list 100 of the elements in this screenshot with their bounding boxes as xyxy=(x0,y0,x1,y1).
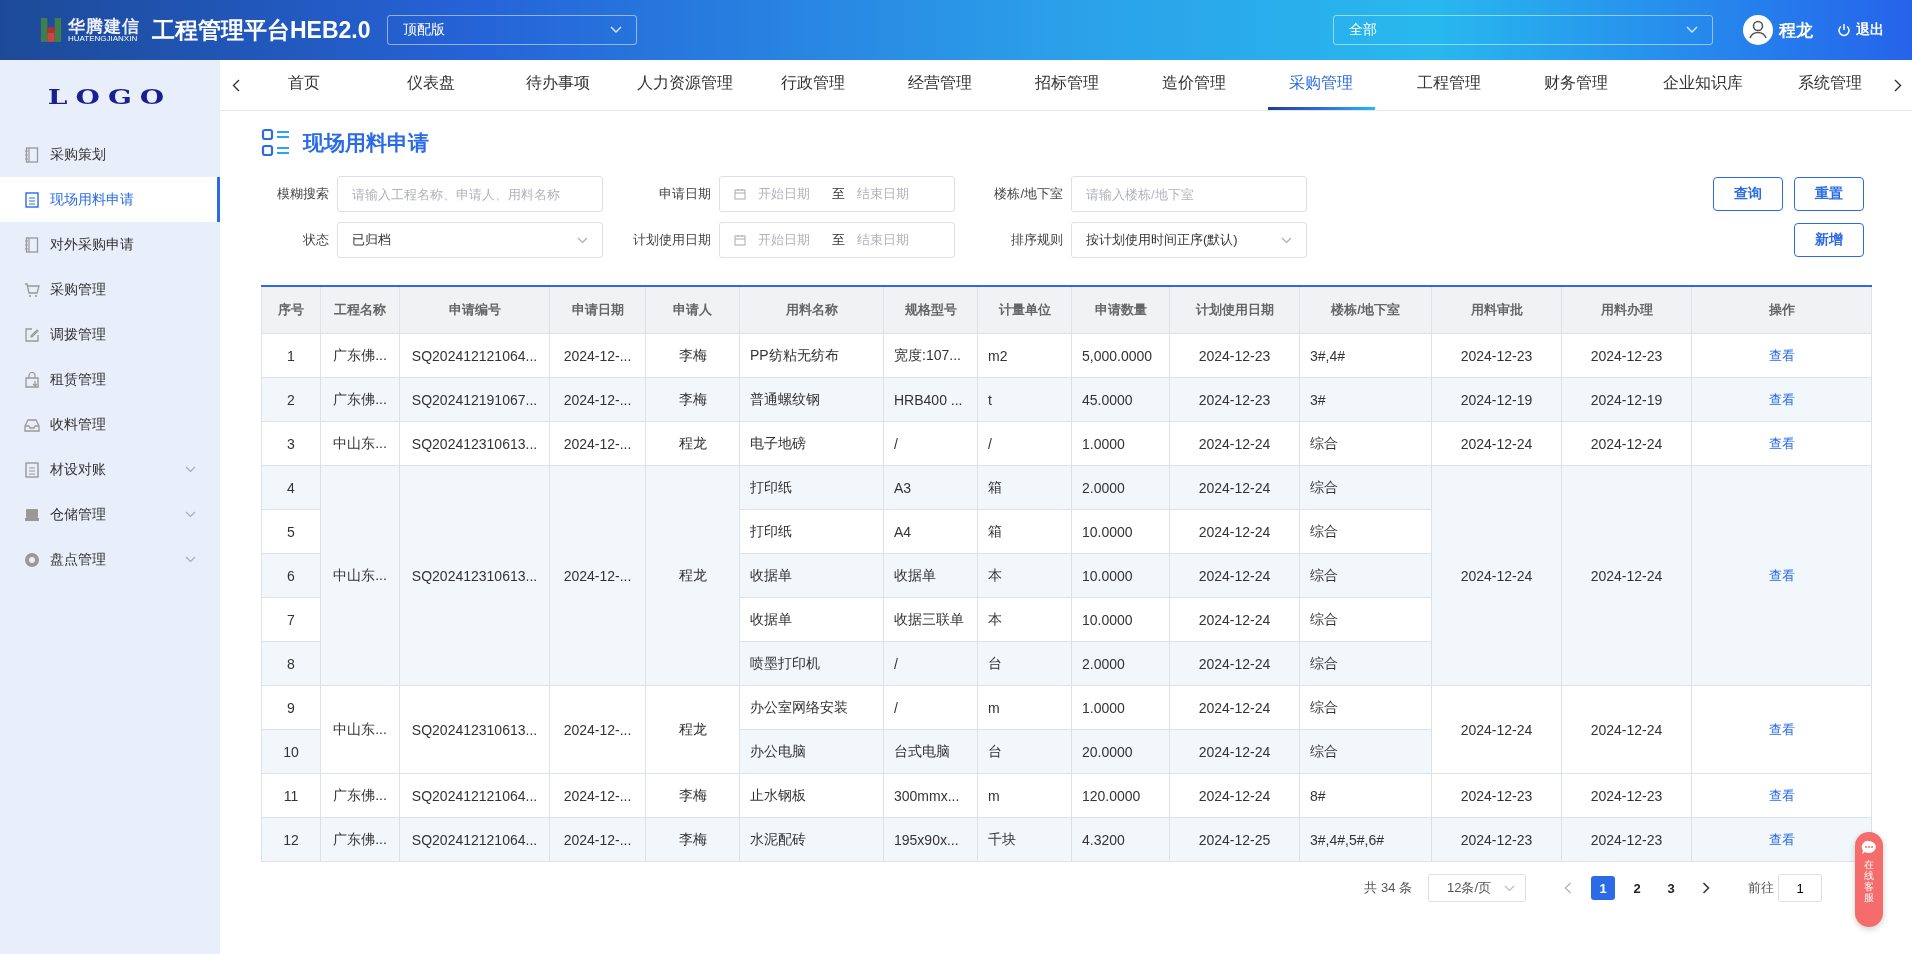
goto-page-input[interactable]: 1 xyxy=(1778,874,1822,902)
view-link[interactable]: 查看 xyxy=(1768,721,1795,737)
view-link[interactable]: 查看 xyxy=(1768,567,1795,583)
table-cell: 台 xyxy=(977,641,1072,686)
sidebar-item[interactable]: 收料管理 xyxy=(0,402,220,447)
text-input[interactable]: 请输入工程名称、申请人、用料名称 xyxy=(337,176,603,212)
table-cell: 2024-12-24 xyxy=(1561,421,1692,466)
view-link[interactable]: 查看 xyxy=(1768,391,1795,407)
nav-tab[interactable]: 待办事项 xyxy=(504,60,612,110)
view-link[interactable]: 查看 xyxy=(1768,831,1795,847)
table-cell: 水泥配砖 xyxy=(739,817,884,862)
table-cell: 10.0000 xyxy=(1071,553,1170,598)
table-cell: SQ202412121064... xyxy=(399,333,550,378)
table-cell: 8 xyxy=(261,641,321,686)
table-cell: / xyxy=(883,685,978,730)
sidebar-item[interactable]: 仓储管理 xyxy=(0,492,220,537)
logo-text: LOGO xyxy=(46,82,174,111)
view-link[interactable]: 查看 xyxy=(1768,787,1795,803)
next-page-icon[interactable] xyxy=(1702,882,1710,894)
table-cell: 45.0000 xyxy=(1071,377,1170,422)
nav-tab[interactable]: 财务管理 xyxy=(1522,60,1630,110)
page-button[interactable]: 1 xyxy=(1591,876,1615,900)
page-button[interactable]: 3 xyxy=(1659,876,1683,900)
brand-latin: HUATENGJIANXIN xyxy=(68,34,138,43)
table-cell: 程龙 xyxy=(645,465,740,686)
sidebar-item[interactable]: 对外采购申请 xyxy=(0,222,220,267)
table-cell: 2024-12-... xyxy=(549,377,646,422)
table-cell: / xyxy=(883,421,978,466)
table-cell: 综合 xyxy=(1299,421,1432,466)
list-icon xyxy=(261,128,291,158)
logout-button[interactable]: 退出 xyxy=(1837,21,1884,39)
nav-tab[interactable]: 工程管理 xyxy=(1395,60,1503,110)
table-cell: 广东佛... xyxy=(320,333,400,378)
column-header: 楼栋/地下室 xyxy=(1299,286,1432,334)
document-icon xyxy=(24,191,40,208)
column-header: 申请人 xyxy=(645,286,740,334)
nav-tab[interactable]: 招标管理 xyxy=(1013,60,1121,110)
action-button[interactable]: 重置 xyxy=(1794,177,1864,211)
table-cell: 李梅 xyxy=(645,773,740,818)
sidebar-item[interactable]: 租赁管理 xyxy=(0,357,220,402)
table-cell: 办公电脑 xyxy=(739,729,884,774)
table-cell: SQ202412310613... xyxy=(399,465,550,686)
table-cell: m xyxy=(977,773,1072,818)
table-cell: 2024-12-24 xyxy=(1169,465,1300,510)
table-cell: 2024-12-25 xyxy=(1169,817,1300,862)
chevron-left-icon[interactable] xyxy=(232,78,240,92)
table-cell: 中山东... xyxy=(320,421,400,466)
nav-tab[interactable]: 人力资源管理 xyxy=(631,60,739,110)
nav-tab[interactable]: 首页 xyxy=(250,60,358,110)
table-cell: 2024-12-24 xyxy=(1561,685,1692,774)
table-cell: 李梅 xyxy=(645,333,740,378)
table-cell: / xyxy=(977,421,1072,466)
nav-tab[interactable]: 企业知识库 xyxy=(1649,60,1757,110)
sidebar-item[interactable]: 采购策划 xyxy=(0,132,220,177)
nav-tab[interactable]: 采购管理 xyxy=(1267,60,1376,110)
select-field[interactable]: 按计划使用时间正序(默认) xyxy=(1071,222,1307,258)
inbox-icon xyxy=(24,416,40,433)
field-label: 排序规则 xyxy=(1010,231,1063,249)
date-range-field[interactable]: 开始日期 至 结束日期 xyxy=(719,176,955,212)
page-button[interactable]: 2 xyxy=(1625,876,1649,900)
view-link[interactable]: 查看 xyxy=(1768,435,1795,451)
column-header: 用料审批 xyxy=(1431,286,1562,334)
building-logo-icon xyxy=(40,16,62,44)
table-cell: 9 xyxy=(261,685,321,730)
table-cell: 中山东... xyxy=(320,465,400,686)
chevron-right-icon[interactable] xyxy=(1894,78,1903,92)
nav-tab[interactable]: 经营管理 xyxy=(886,60,994,110)
text-input[interactable]: 请输入楼栋/地下室 xyxy=(1071,176,1307,212)
page-size-select[interactable]: 12条/页 xyxy=(1428,874,1526,902)
table-cell: 箱 xyxy=(977,509,1072,554)
nav-tab[interactable]: 仪表盘 xyxy=(377,60,485,110)
table-cell: 电子地磅 xyxy=(739,421,884,466)
nav-tab[interactable]: 系统管理 xyxy=(1776,60,1885,110)
table-cell: SQ202412121064... xyxy=(399,773,550,818)
table-cell: 10.0000 xyxy=(1071,509,1170,554)
table-cell: 3 xyxy=(261,421,321,466)
select-field[interactable]: 已归档 xyxy=(337,222,603,258)
sidebar-item[interactable]: 现场用料申请 xyxy=(0,177,220,222)
user-avatar-icon[interactable] xyxy=(1743,15,1773,45)
chevron-down-icon xyxy=(1504,884,1515,892)
column-header: 计量单位 xyxy=(977,286,1072,334)
table-cell: 20.0000 xyxy=(1071,729,1170,774)
action-button[interactable]: 新增 xyxy=(1794,223,1864,257)
table-cell: 2 xyxy=(261,377,321,422)
sidebar-item[interactable]: 材设对账 xyxy=(0,447,220,492)
table-cell: 2024-12-19 xyxy=(1561,377,1692,422)
sidebar-item[interactable]: 采购管理 xyxy=(0,267,220,312)
edition-select[interactable]: 顶配版 xyxy=(386,15,637,45)
table-cell: 本 xyxy=(977,597,1072,642)
table-cell: 广东佛... xyxy=(320,817,400,862)
sidebar-item[interactable]: 调拨管理 xyxy=(0,312,220,357)
view-link[interactable]: 查看 xyxy=(1768,347,1795,363)
date-range-field[interactable]: 开始日期 至 结束日期 xyxy=(719,222,955,258)
table-cell: 收据三联单 xyxy=(883,597,978,642)
column-header: 序号 xyxy=(261,286,321,334)
sidebar-item[interactable]: 盘点管理 xyxy=(0,537,220,582)
action-button[interactable]: 查询 xyxy=(1713,177,1783,211)
table-cell: 收据单 xyxy=(883,553,978,598)
nav-tab[interactable]: 造价管理 xyxy=(1140,60,1248,110)
nav-tab[interactable]: 行政管理 xyxy=(758,60,867,110)
